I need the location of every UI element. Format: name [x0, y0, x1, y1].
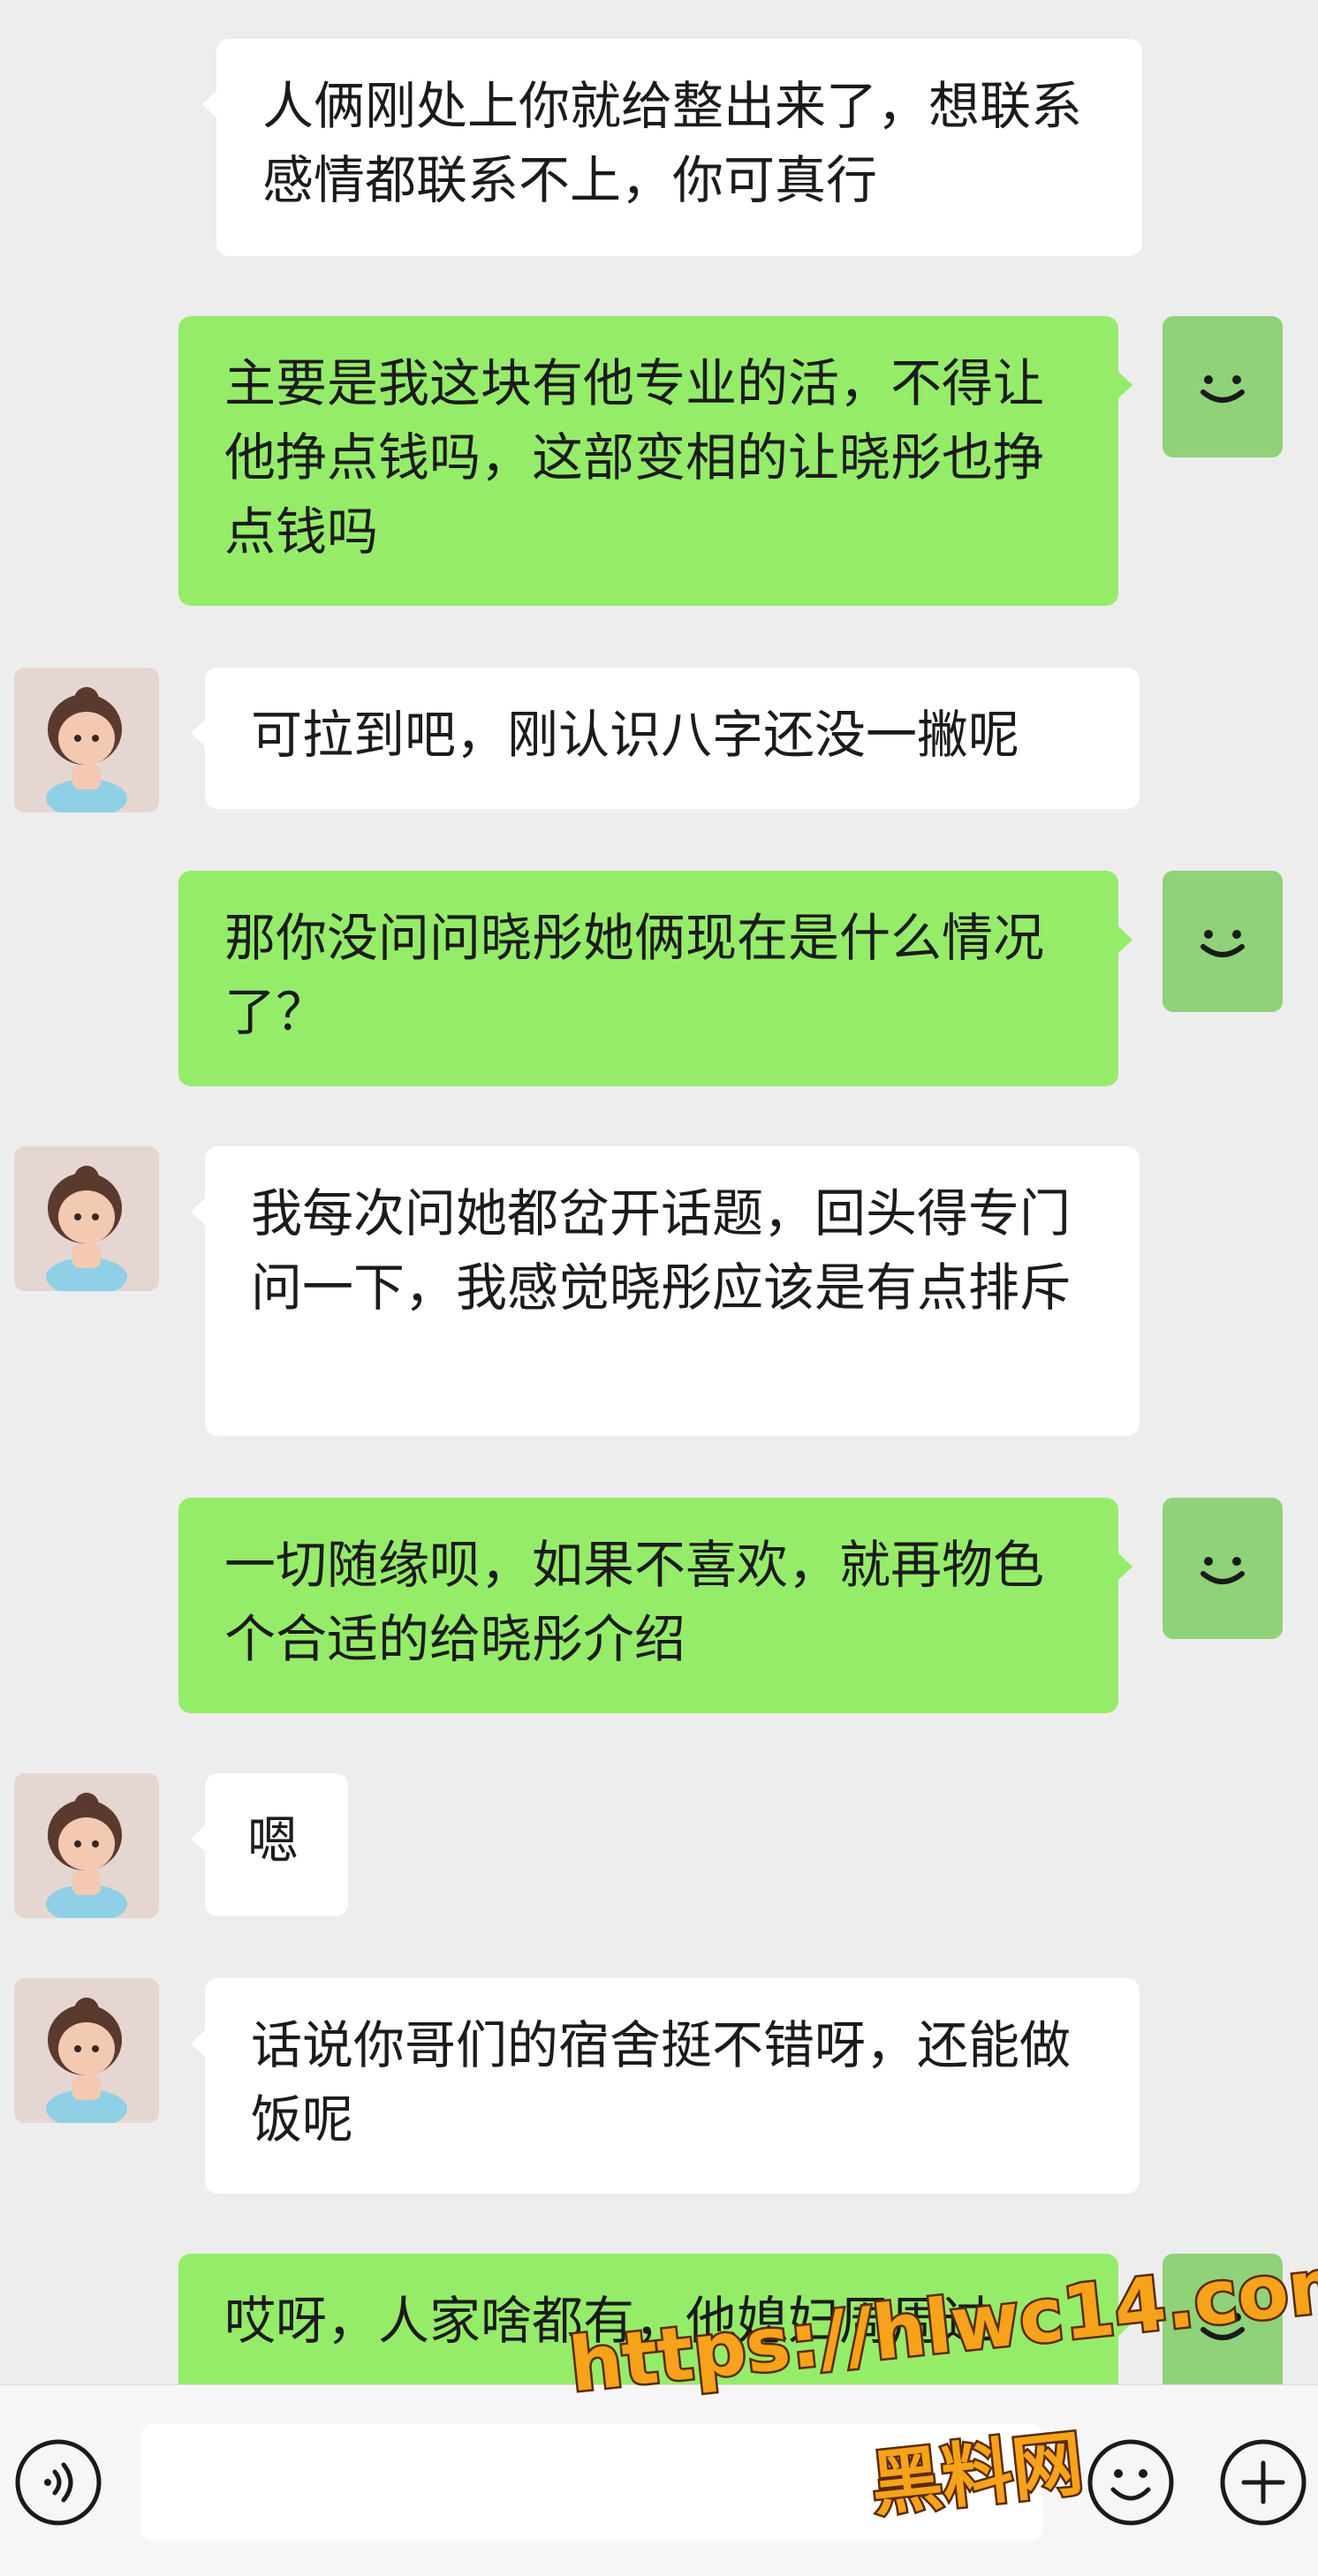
- message-bubble-outgoing[interactable]: 哎呀，人家啥都有，他媳妇周周过: [178, 2254, 1132, 2384]
- more-button[interactable]: [1217, 2436, 1309, 2528]
- message-bubble-incoming[interactable]: 嗯: [191, 1773, 348, 1916]
- girl-avatar-icon: [14, 1773, 159, 1918]
- chat-input-bar: [0, 2384, 1318, 2576]
- contact-avatar[interactable]: [14, 1773, 159, 1918]
- self-avatar[interactable]: [1163, 2254, 1283, 2384]
- message-bubble-outgoing[interactable]: 主要是我这块有他专业的活，不得让他挣点钱吗，这部变相的让晓彤也挣点钱吗: [178, 316, 1132, 606]
- self-avatar[interactable]: [1163, 1498, 1283, 1639]
- contact-avatar[interactable]: [14, 1978, 159, 2123]
- contact-avatar[interactable]: [14, 1146, 159, 1291]
- contact-avatar[interactable]: [14, 668, 159, 812]
- message-bubble-incoming[interactable]: 话说你哥们的宿舍挺不错呀，还能做饭呢: [191, 1978, 1140, 2194]
- voice-button[interactable]: [12, 2436, 104, 2528]
- girl-avatar-icon: [14, 1146, 159, 1291]
- message-input[interactable]: [141, 2424, 1042, 2541]
- chat-message-list[interactable]: 人俩刚处上你就给整出来了，想联系感情都联系不上，你可真行 主要是我这块有他专业的…: [0, 0, 1318, 2384]
- emoji-icon: [1087, 2439, 1174, 2526]
- voice-icon: [15, 2439, 102, 2526]
- message-bubble-incoming[interactable]: 人俩刚处上你就给整出来了，想联系感情都联系不上，你可真行: [202, 39, 1142, 256]
- girl-avatar-icon: [14, 1978, 159, 2123]
- smiley-icon: [1201, 375, 1245, 403]
- message-bubble-outgoing[interactable]: 一切随缘呗，如果不喜欢，就再物色个合适的给晓彤介绍: [178, 1498, 1132, 1713]
- smiley-icon: [1201, 2313, 1245, 2340]
- emoji-button[interactable]: [1085, 2436, 1177, 2528]
- smiley-icon: [1201, 930, 1245, 957]
- self-avatar[interactable]: [1163, 316, 1283, 457]
- message-bubble-incoming[interactable]: 可拉到吧，刚认识八字还没一撇呢: [191, 668, 1140, 809]
- girl-avatar-icon: [14, 668, 159, 812]
- plus-icon: [1220, 2439, 1307, 2526]
- self-avatar[interactable]: [1163, 871, 1283, 1012]
- message-bubble-incoming[interactable]: 我每次问她都岔开话题，回头得专门问一下，我感觉晓彤应该是有点排斥: [191, 1146, 1140, 1436]
- smiley-icon: [1201, 1557, 1245, 1584]
- message-bubble-outgoing[interactable]: 那你没问问晓彤她俩现在是什么情况了？: [178, 871, 1132, 1086]
